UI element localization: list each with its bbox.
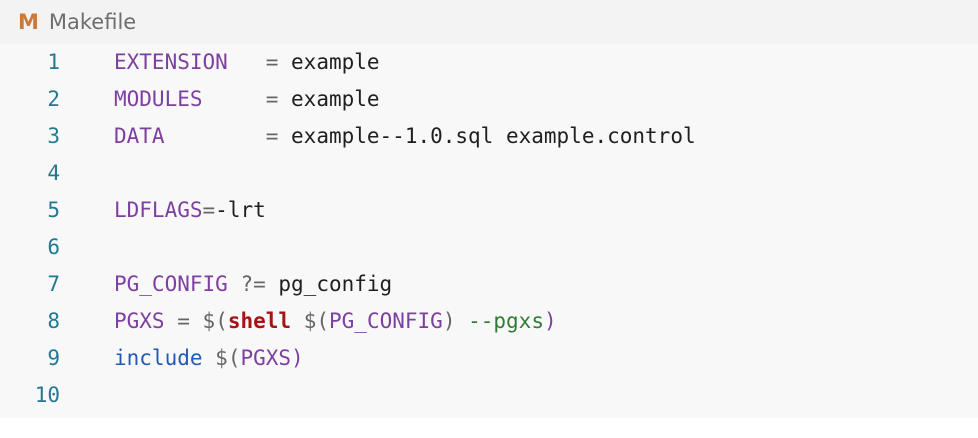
code-token: PGXS	[240, 346, 292, 370]
code-line[interactable]: 2 MODULES = example	[0, 81, 978, 118]
code-token: LDFLAGS	[114, 198, 203, 222]
line-number: 2	[47, 87, 60, 111]
line-number: 10	[34, 383, 60, 407]
line-number: 1	[47, 50, 60, 74]
code-token: -lrt	[215, 198, 266, 222]
code-text: EXTENSION = example	[114, 44, 380, 81]
file-tab[interactable]: M Makefile	[0, 0, 978, 44]
code-line[interactable]: 4	[0, 155, 978, 192]
line-number: 6	[47, 235, 60, 259]
line-number: 7	[47, 272, 60, 296]
code-line[interactable]: 9 include $(PGXS)	[0, 340, 978, 377]
line-number: 4	[47, 161, 60, 185]
code-token: $(	[303, 309, 330, 333]
line-number: 9	[47, 346, 60, 370]
makefile-viewer: M Makefile 1 EXTENSION = example 2 MODULES …	[0, 0, 978, 438]
code-token: PG_CONFIG	[329, 309, 443, 333]
code-token: =	[265, 87, 279, 111]
code-token: PGXS	[114, 309, 165, 333]
code-editor[interactable]: 1 EXTENSION = example 2 MODULES = example 3 D…	[0, 44, 978, 418]
code-token: shell	[227, 309, 292, 333]
code-text: PG_CONFIG ?= pg_config	[114, 266, 392, 303]
code-text: PGXS = $(shell $(PG_CONFIG) --pgxs)	[114, 303, 557, 340]
code-token: MODULES	[114, 87, 203, 111]
code-token: $(	[202, 309, 228, 333]
bottom-strip	[0, 418, 978, 438]
code-token: EXTENSION	[114, 50, 228, 74]
code-token: DATA	[114, 124, 165, 148]
code-token: ?=	[240, 272, 266, 296]
code-text: include $(PGXS)	[114, 340, 304, 377]
code-line[interactable]: 3 DATA = example--1.0.sql example.control	[0, 118, 978, 155]
line-number: 8	[47, 309, 60, 333]
code-text: DATA = example--1.0.sql example.control	[114, 118, 696, 155]
file-tab-label: Makefile	[48, 9, 137, 34]
code-line[interactable]: 7 PG_CONFIG ?= pg_config	[0, 266, 978, 303]
code-token: --pgxs	[455, 309, 544, 333]
code-token: pg_config	[265, 272, 393, 296]
code-line[interactable]: 1 EXTENSION = example	[0, 44, 978, 81]
code-text: MODULES = example	[114, 81, 380, 118]
code-token: =	[265, 50, 279, 74]
code-token: $(	[215, 346, 241, 370]
code-token: example--1.0.sql example.control	[278, 124, 696, 148]
code-token: =	[177, 309, 190, 333]
code-token: example	[278, 50, 380, 74]
code-text: LDFLAGS=-lrt	[114, 192, 266, 229]
code-token: =	[202, 198, 216, 222]
code-line[interactable]: 8 PGXS = $(shell $(PG_CONFIG) --pgxs)	[0, 303, 978, 340]
code-token: =	[265, 124, 279, 148]
line-number: 3	[47, 124, 60, 148]
code-token: )	[442, 309, 456, 333]
code-token: include	[114, 346, 203, 370]
makefile-icon: M	[18, 9, 39, 34]
code-token: )	[543, 309, 557, 333]
code-line[interactable]: 6	[0, 229, 978, 266]
line-number: 5	[47, 198, 60, 222]
code-line[interactable]: 5 LDFLAGS=-lrt	[0, 192, 978, 229]
code-line[interactable]: 10	[0, 377, 978, 414]
code-token: PG_CONFIG	[114, 272, 228, 296]
code-token: )	[291, 346, 304, 370]
code-token: example	[278, 87, 380, 111]
